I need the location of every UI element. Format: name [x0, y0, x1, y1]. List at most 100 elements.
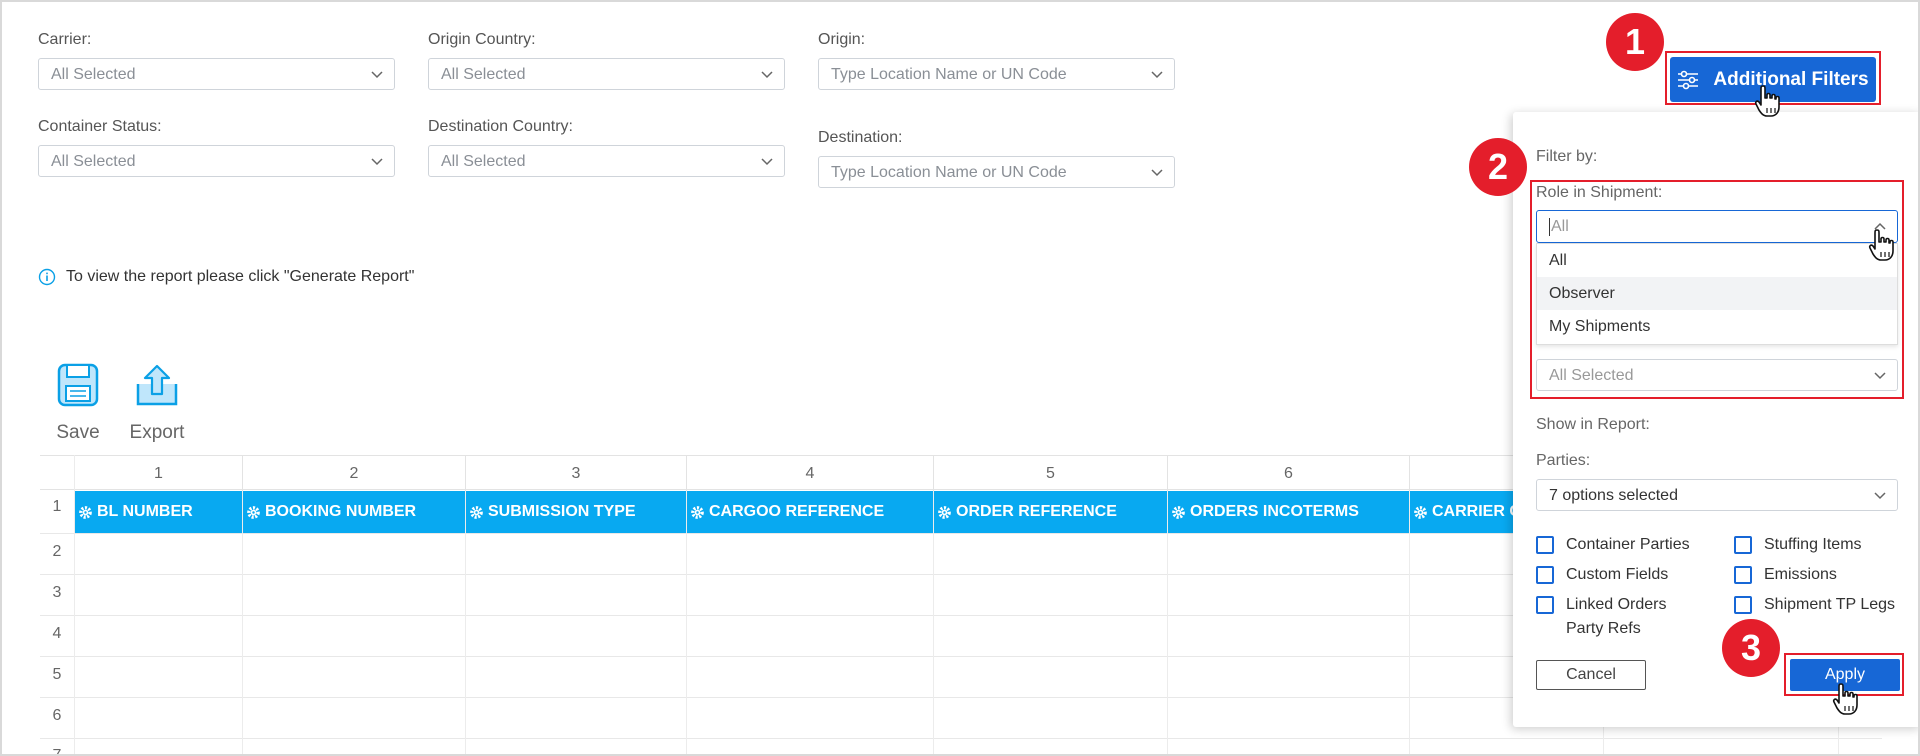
checkbox-label: Linked Orders Party Refs — [1566, 596, 1667, 637]
row-number: 3 — [52, 584, 62, 601]
checkbox-box[interactable] — [1536, 566, 1554, 584]
column-number: 6 — [1167, 456, 1409, 491]
checkbox-label: Stuffing Items — [1764, 536, 1862, 553]
chevron-down-icon — [371, 71, 383, 79]
grid-line — [1167, 491, 1168, 754]
checkbox-custom-fields[interactable]: Custom Fields — [1536, 566, 1668, 584]
row-number: 4 — [52, 625, 62, 642]
column-number: 1 — [74, 456, 242, 491]
gear-icon — [247, 505, 260, 519]
destination-country-select[interactable]: All Selected — [428, 145, 785, 177]
save-label: Save — [56, 422, 100, 443]
additional-filters-label: Additional Filters — [1713, 68, 1869, 90]
checkbox-emissions[interactable]: Emissions — [1734, 566, 1837, 584]
parties-select[interactable]: 7 options selected — [1536, 479, 1898, 511]
filter-by-label: Filter by: — [1536, 148, 1598, 165]
origin-country-select[interactable]: All Selected — [428, 58, 785, 90]
save-button[interactable]: Save — [48, 362, 108, 444]
gear-icon — [691, 505, 704, 519]
checkbox-label: Shipment TP Legs — [1764, 596, 1896, 613]
checkbox-box[interactable] — [1734, 536, 1752, 554]
chevron-down-icon — [1874, 492, 1886, 500]
container-status-label: Container Status: — [38, 118, 162, 135]
export-icon — [136, 364, 178, 406]
destination-country-label: Destination Country: — [428, 118, 573, 135]
column-header-label: BL NUMBER — [97, 503, 193, 520]
checkbox-stuffing-items[interactable]: Stuffing Items — [1734, 536, 1862, 554]
gear-icon — [1172, 505, 1185, 519]
checkbox-box[interactable] — [1536, 536, 1554, 554]
row-number: 5 — [52, 666, 62, 683]
checkbox-label: Container Parties — [1566, 536, 1690, 553]
export-button[interactable]: Export — [122, 362, 192, 444]
container-status-select[interactable]: All Selected — [38, 145, 395, 177]
hand-cursor-icon — [1754, 85, 1780, 117]
chevron-down-icon — [1151, 71, 1163, 79]
report-page: Carrier: All Selected Origin Country: Al… — [0, 0, 1920, 756]
checkbox-box[interactable] — [1734, 596, 1752, 614]
row-number: 7 — [52, 747, 62, 756]
container-status-value: All Selected — [51, 153, 136, 170]
column-header[interactable]: SUBMISSION TYPE — [465, 491, 636, 533]
grid-line — [465, 491, 466, 754]
destination-select[interactable]: Type Location Name or UN Code — [818, 156, 1175, 188]
carrier-value: All Selected — [51, 66, 136, 83]
checkbox-container-parties[interactable]: Container Parties — [1536, 536, 1690, 554]
hand-cursor-icon — [1868, 229, 1894, 261]
origin-label: Origin: — [818, 31, 866, 48]
gear-icon — [1414, 505, 1427, 519]
info-icon — [38, 268, 56, 286]
origin-select[interactable]: Type Location Name or UN Code — [818, 58, 1175, 90]
column-header-label: ORDER REFERENCE — [956, 503, 1117, 520]
grid-line — [40, 738, 1882, 739]
column-header[interactable]: ORDERS INCOTERMS — [1167, 491, 1359, 533]
chevron-down-icon — [761, 71, 773, 79]
grid-line — [686, 491, 687, 754]
carrier-select[interactable]: All Selected — [38, 58, 395, 90]
origin-placeholder: Type Location Name or UN Code — [831, 66, 1067, 83]
chevron-down-icon — [761, 158, 773, 166]
origin-country-value: All Selected — [441, 66, 526, 83]
row-number: 6 — [52, 707, 62, 724]
destination-country-value: All Selected — [441, 153, 526, 170]
grid-line — [74, 455, 75, 754]
column-header-label: BOOKING NUMBER — [265, 503, 417, 520]
chevron-down-icon — [1151, 169, 1163, 177]
grid-line — [242, 491, 243, 754]
report-info-message: To view the report please click "Generat… — [38, 268, 414, 286]
save-icon — [57, 363, 99, 407]
column-header[interactable]: ORDER REFERENCE — [933, 491, 1117, 533]
column-number: 3 — [465, 456, 686, 491]
gear-icon — [938, 505, 951, 519]
step-badge-1: 1 — [1606, 13, 1664, 71]
checkbox-box[interactable] — [1536, 596, 1554, 614]
checkbox-shipment-tp-legs[interactable]: Shipment TP Legs — [1734, 596, 1895, 614]
row-number: 1 — [52, 498, 62, 515]
step-badge-3: 3 — [1722, 619, 1780, 677]
grid-line — [933, 491, 934, 754]
info-text: To view the report please click "Generat… — [66, 268, 415, 285]
destination-label: Destination: — [818, 129, 903, 146]
column-header-label: CARGOO REFERENCE — [709, 503, 885, 520]
grid-line — [1409, 491, 1410, 754]
origin-country-label: Origin Country: — [428, 31, 536, 48]
show-in-report-label: Show in Report: — [1536, 416, 1650, 433]
export-label: Export — [129, 422, 185, 443]
checkbox-box[interactable] — [1734, 566, 1752, 584]
column-header[interactable]: CARRIER C — [1409, 491, 1521, 533]
step-badge-2: 2 — [1469, 138, 1527, 196]
parties-label: Parties: — [1536, 452, 1591, 469]
column-header[interactable]: CARGOO REFERENCE — [686, 491, 884, 533]
chevron-down-icon — [371, 158, 383, 166]
destination-placeholder: Type Location Name or UN Code — [831, 164, 1067, 181]
cancel-button[interactable]: Cancel — [1536, 660, 1646, 690]
column-number: 2 — [242, 456, 465, 491]
column-header[interactable]: BOOKING NUMBER — [242, 491, 416, 533]
parties-value: 7 options selected — [1549, 487, 1678, 504]
column-header-label: CARRIER C — [1432, 503, 1521, 520]
column-header[interactable]: BL NUMBER — [74, 491, 193, 533]
highlight-step-2 — [1530, 180, 1904, 399]
checkbox-label: Custom Fields — [1566, 566, 1669, 583]
checkbox-linked-orders-party-refs[interactable]: Linked Orders Party Refs — [1536, 596, 1676, 641]
column-number: 5 — [933, 456, 1167, 491]
